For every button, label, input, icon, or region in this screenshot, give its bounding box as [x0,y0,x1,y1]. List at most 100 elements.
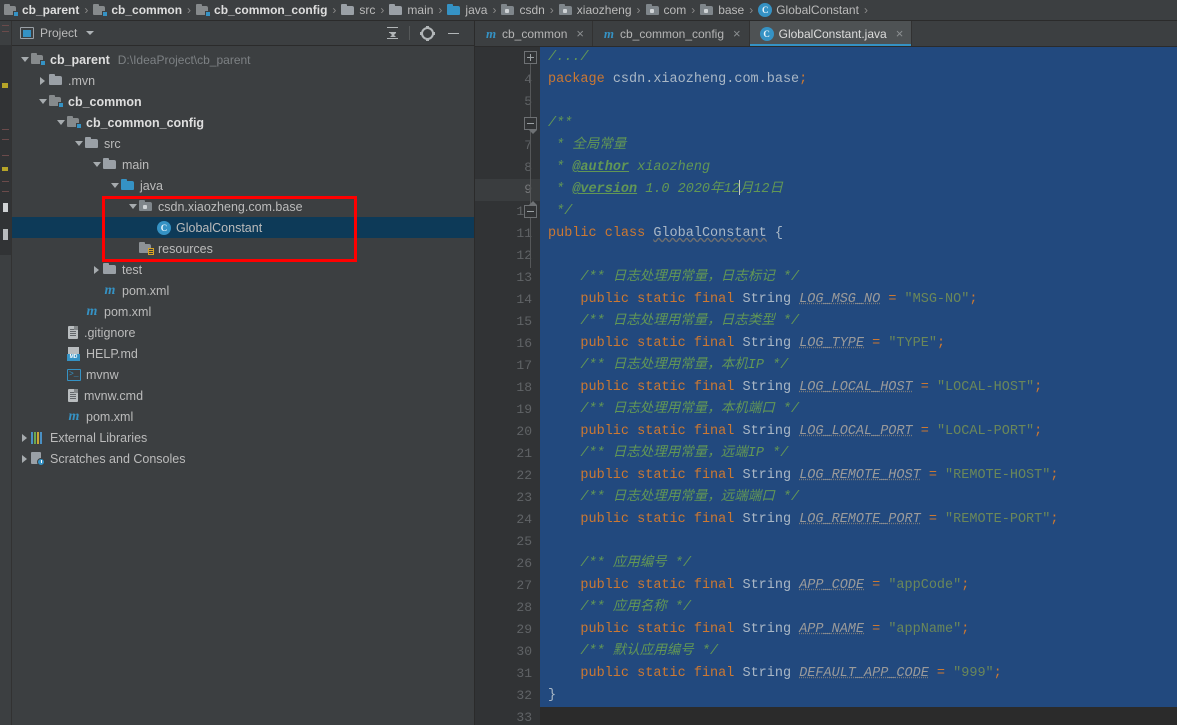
hide-panel-button[interactable] [440,22,466,44]
code-line[interactable] [540,707,1177,725]
breadcrumb-item-com[interactable]: com [644,0,689,20]
code-line[interactable]: public static final String LOG_REMOTE_PO… [540,509,1177,531]
code-line[interactable]: public static final String APP_CODE = "a… [540,575,1177,597]
code-line[interactable]: package csdn.xiaozheng.com.base; [540,69,1177,91]
chevron-down-icon[interactable] [36,91,49,112]
project-view-selector[interactable]: Project [20,26,95,40]
settings-button[interactable] [414,22,440,44]
close-icon[interactable]: × [733,27,741,40]
chevron-down-icon[interactable] [18,49,31,70]
code-line[interactable]: * 全局常量 [540,135,1177,157]
code-line[interactable]: * @author xiaozheng [540,157,1177,179]
tree-row[interactable]: test [12,259,474,280]
code-line[interactable]: /** 日志处理用常量，本机IP */ [540,355,1177,377]
editor-tab-cb-common-config[interactable]: m cb_common_config × [593,21,750,46]
chevron-down-icon[interactable] [108,175,121,196]
code-line[interactable] [540,531,1177,553]
tree-row[interactable]: java [12,175,474,196]
close-icon[interactable]: × [576,27,584,40]
editor-gutter[interactable]: 1456789101112131415161718192021222324252… [475,47,540,725]
chevron-down-icon[interactable] [72,133,85,154]
chevron-right-icon[interactable] [36,70,49,91]
code-line[interactable]: } [540,685,1177,707]
code-line[interactable]: /** 日志处理用常量，日志类型 */ [540,311,1177,333]
code-line[interactable]: /** 应用名称 */ [540,597,1177,619]
code-line[interactable]: public static final String LOG_REMOTE_HO… [540,465,1177,487]
tree-node-icon: MD [67,346,81,361]
breadcrumb-label: cb_common [111,3,183,17]
fold-column[interactable] [522,47,540,725]
breadcrumb-item-cb-parent[interactable]: cb_parent [2,0,81,20]
code-line[interactable]: /** 日志处理用常量，本机端口 */ [540,399,1177,421]
code-line[interactable]: public static final String LOG_LOCAL_POR… [540,421,1177,443]
tree-row[interactable]: >_ mvnw [12,364,474,385]
tree-row[interactable]: m pom.xml [12,301,474,322]
code-line[interactable]: * @version 1.0 2020年12月12日 [540,179,1177,201]
code-line[interactable]: public static final String LOG_TYPE = "T… [540,333,1177,355]
tree-row[interactable]: C GlobalConstant [12,217,474,238]
code-line[interactable]: /** 应用编号 */ [540,553,1177,575]
chevron-down-icon[interactable] [126,196,139,217]
tree-row[interactable]: main [12,154,474,175]
chevron-right-icon[interactable] [90,259,103,280]
breadcrumb-item-cb-common[interactable]: cb_common [91,0,184,20]
tree-row[interactable]: mvnw.cmd [12,385,474,406]
code-line[interactable]: public class GlobalConstant { [540,223,1177,245]
editor-tab-cb-common[interactable]: m cb_common × [475,21,593,46]
tree-row[interactable]: .gitignore [12,322,474,343]
code-line[interactable]: /** 日志处理用常量，远端端口 */ [540,487,1177,509]
tree-node-icon [31,53,46,66]
breadcrumb-separator: › [332,2,337,17]
tree-row[interactable]: External Libraries [12,427,474,448]
tree-node-label: java [140,178,163,193]
code-line[interactable] [540,245,1177,267]
tree-row[interactable]: cb_common_config [12,112,474,133]
breadcrumb-item-cb-common-config[interactable]: cb_common_config [194,0,329,20]
code-line[interactable] [540,91,1177,113]
collapse-all-button[interactable] [379,22,405,44]
project-tree[interactable]: cb_parent D:\IdeaProject\cb_parent .mvn cb_… [12,46,474,725]
code-line[interactable]: public static final String APP_NAME = "a… [540,619,1177,641]
chevron-right-icon[interactable] [18,427,31,448]
fold-collapse-start-icon[interactable] [524,117,537,134]
breadcrumb-item-csdn[interactable]: csdn [499,0,546,20]
close-icon[interactable]: × [896,27,904,40]
chevron-down-icon[interactable] [54,112,67,133]
code-line[interactable]: */ [540,201,1177,223]
fold-collapse-end-icon[interactable] [524,201,537,218]
breadcrumb-item-java[interactable]: java [445,0,489,20]
code-line[interactable]: /** 日志处理用常量，日志标记 */ [540,267,1177,289]
code-line[interactable]: public static final String DEFAULT_APP_C… [540,663,1177,685]
code-viewport[interactable]: /.../package csdn.xiaozheng.com.base; /*… [540,47,1177,725]
folder-icon [85,137,99,150]
code-line[interactable]: /** 默认应用编号 */ [540,641,1177,663]
breadcrumb-item-src[interactable]: src [339,0,377,20]
tree-row[interactable]: cb_common [12,91,474,112]
code-line[interactable]: public static final String LOG_MSG_NO = … [540,289,1177,311]
breadcrumb-item-xiaozheng[interactable]: xiaozheng [557,0,634,20]
tree-row[interactable]: Scratches and Consoles [12,448,474,469]
maven-icon: m [603,25,615,41]
breadcrumb-item-main[interactable]: main [387,0,435,20]
tree-row[interactable]: MD HELP.md [12,343,474,364]
tree-row[interactable]: resources [12,238,474,259]
breadcrumb-item-globalconstant[interactable]: C GlobalConstant [756,0,861,20]
code-line[interactable]: /** 日志处理用常量，远端IP */ [540,443,1177,465]
tree-row[interactable]: csdn.xiaozheng.com.base [12,196,474,217]
code-line[interactable]: /.../ [540,47,1177,69]
editor-tab-globalconstant-java[interactable]: C GlobalConstant.java × [749,21,913,46]
tree-row[interactable]: cb_parent D:\IdeaProject\cb_parent [12,49,474,70]
tree-row[interactable]: m pom.xml [12,280,474,301]
fold-expand-icon[interactable] [524,51,537,64]
tree-row[interactable]: m pom.xml [12,406,474,427]
code-line[interactable]: /** [540,113,1177,135]
gear-icon [419,25,435,41]
tree-node-label: cb_common [68,94,142,109]
tree-node-label: GlobalConstant [176,220,263,235]
chevron-right-icon[interactable] [18,448,31,469]
code-line[interactable]: public static final String LOG_LOCAL_HOS… [540,377,1177,399]
breadcrumb-item-base[interactable]: base [698,0,746,20]
chevron-down-icon[interactable] [90,154,103,175]
tree-row[interactable]: .mvn [12,70,474,91]
tree-row[interactable]: src [12,133,474,154]
